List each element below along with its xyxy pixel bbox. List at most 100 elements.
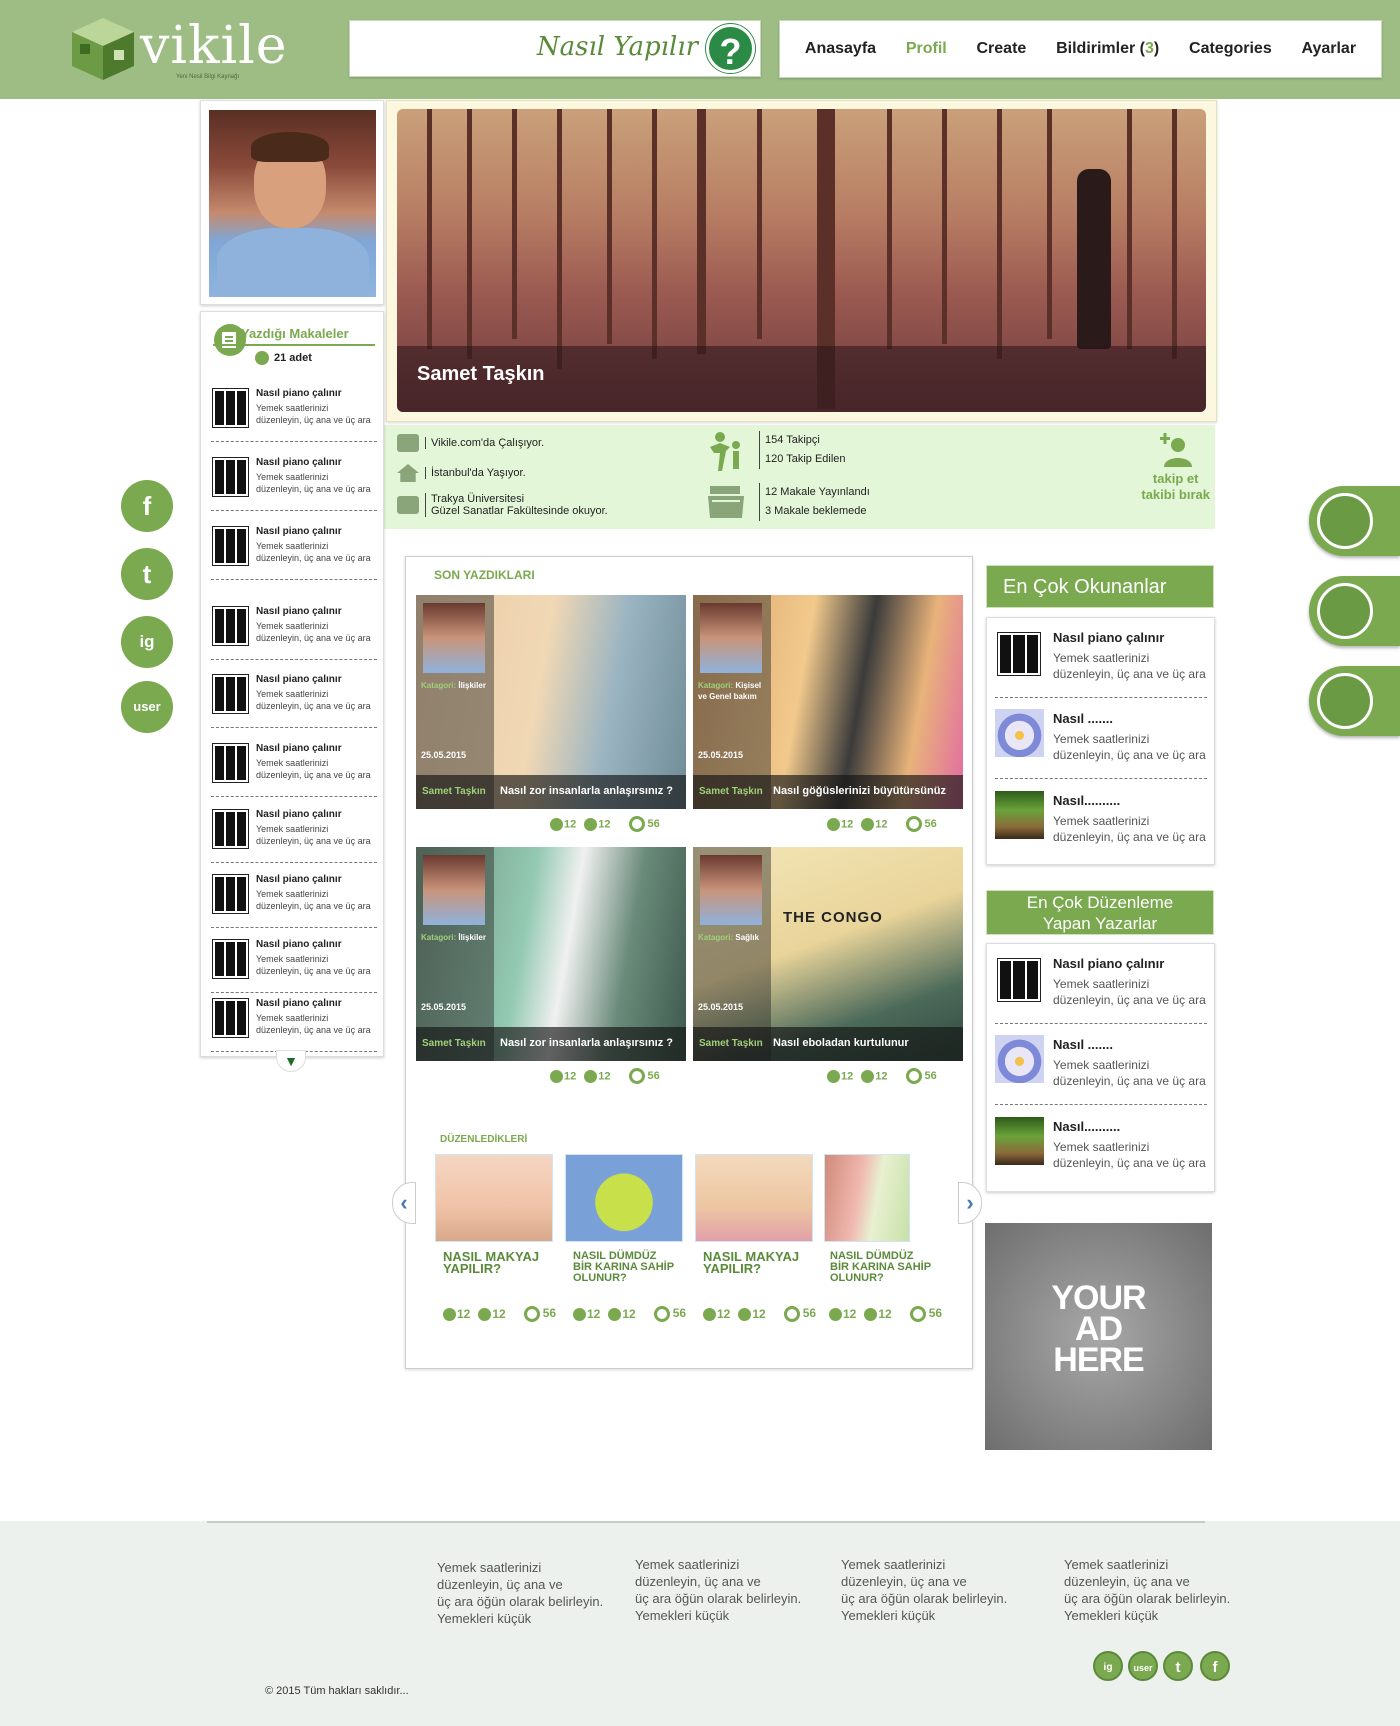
- card-title[interactable]: Nasıl zor insanlarla anlaşırsınız ?: [500, 785, 673, 797]
- list-item[interactable]: Nasıl piano çalınır Yemek saatlerinizi düz…: [211, 992, 377, 1052]
- twitter-count: 12: [492, 1306, 506, 1321]
- article-card[interactable]: Katagori: İlişkiler 25.05.2015 Samet Taş…: [416, 595, 686, 809]
- category-label: Katagori:: [421, 681, 457, 690]
- footer-user-icon[interactable]: user: [1128, 1651, 1158, 1681]
- card-stats: 12 12 56: [827, 816, 937, 832]
- twitter-share[interactable]: 12: [864, 1307, 892, 1322]
- carousel-next-button[interactable]: ›: [958, 1182, 982, 1224]
- twitter-share[interactable]: 12: [608, 1307, 636, 1322]
- nav-create[interactable]: Create: [977, 40, 1027, 58]
- list-item[interactable]: Nasıl piano çalınır Yemek saatlerinizi düz…: [211, 451, 377, 511]
- edited-title-line: YAPILIR?: [703, 1261, 762, 1276]
- nav-bildirimler[interactable]: Bildirimler (3): [1056, 40, 1159, 58]
- list-item[interactable]: Nasıl piano çalınır Yemek saatlerinizi düz…: [211, 737, 377, 797]
- article-card[interactable]: THE CONGO Katagori: Sağlık 25.05.2015 Sa…: [693, 847, 963, 1061]
- list-item[interactable]: Nasıl piano çalınır Yemek saatlerinizi düz…: [211, 868, 377, 928]
- ad-banner[interactable]: YOUR AD HERE: [985, 1223, 1212, 1450]
- category-value: Kişisel: [735, 681, 762, 690]
- edited-title[interactable]: NASIL MAKYAJ YAPILIR?: [703, 1250, 799, 1276]
- list-item[interactable]: Nasıl piano çalınır Yemek saatlerinizi düz…: [211, 600, 377, 660]
- facebook-share[interactable]: 12: [827, 817, 853, 831]
- facebook-icon[interactable]: f: [121, 480, 173, 532]
- footer-facebook-icon[interactable]: f: [1200, 1651, 1230, 1681]
- list-item[interactable]: Nasıl piano çalınır Yemek saatlerinizi düz…: [211, 803, 377, 863]
- follow-button[interactable]: takip et takibi bırak: [1141, 433, 1210, 503]
- edit-tool-button[interactable]: [1309, 486, 1400, 556]
- twitter-share[interactable]: 12: [861, 1069, 888, 1083]
- list-item[interactable]: Nasıl piano çalınır Yemek saatlerinizi düz…: [211, 520, 377, 580]
- article-title: Nasıl piano çalınır: [256, 606, 342, 617]
- footer-col: Yemek saatlerinizi düzenleyin, üç ana ve ü…: [841, 1556, 1007, 1624]
- twitter-share[interactable]: 12: [584, 1069, 611, 1083]
- work-info: Vikile.com'da Çalışıyor.: [425, 437, 544, 449]
- facebook-count: 12: [841, 1069, 854, 1082]
- facebook-icon: [829, 1308, 842, 1322]
- carousel-prev-button[interactable]: ‹: [392, 1182, 416, 1224]
- piano-thumbnail: [212, 998, 249, 1038]
- card-author[interactable]: Samet Taşkın: [422, 1038, 486, 1049]
- facebook-share[interactable]: 12: [573, 1307, 600, 1322]
- user-icon[interactable]: user: [121, 681, 173, 733]
- article-card[interactable]: Katagori: Kişisel ve Genel bakım 25.05.20…: [693, 595, 963, 809]
- cover-figure: [1077, 169, 1111, 349]
- logo[interactable]: vikile Yeni Nesil Bilgi Kaynağı: [62, 8, 292, 88]
- twitter-count: 12: [875, 1069, 888, 1082]
- twitter-share[interactable]: 12: [584, 817, 611, 831]
- card-title[interactable]: Nasıl eboladan kurtulunur: [773, 1037, 909, 1049]
- card-author[interactable]: Samet Taşkın: [422, 786, 486, 797]
- card-author[interactable]: Samet Taşkın: [699, 1038, 763, 1049]
- howto-banner[interactable]: Nasıl Yapılır ?: [349, 20, 761, 77]
- footer-line: üç ara öğün olarak belirleyin.: [841, 1591, 1008, 1606]
- recent-section-title: SON YAZDIKLARI: [434, 568, 535, 582]
- edited-title[interactable]: NASIL DÜMDÜZ BİR KARINA SAHİP OLUNUR?: [830, 1251, 931, 1284]
- twitter-share[interactable]: 12: [478, 1306, 506, 1322]
- follow-stats: 154 Takipçi 120 Takip Edilen: [759, 431, 846, 469]
- nav-profil[interactable]: Profil: [906, 40, 947, 58]
- list-item[interactable]: Nasıl piano çalınır Yemek saatlerinizi düz…: [211, 668, 377, 728]
- list-item[interactable]: Nasıl piano çalınır Yemek saatlerinizi düz…: [995, 944, 1207, 1024]
- footer-twitter-icon[interactable]: t: [1163, 1651, 1193, 1681]
- article-desc-line: Yemek saatlerinizi: [256, 689, 329, 699]
- piano-thumbnail: [212, 526, 249, 566]
- logo-cube-icon: [72, 18, 134, 80]
- list-item[interactable]: Nasıl piano çalınır Yemek saatlerinizi düz…: [211, 933, 377, 993]
- twitter-share[interactable]: 12: [861, 817, 888, 831]
- nav-ayarlar[interactable]: Ayarlar: [1302, 40, 1357, 58]
- card-title[interactable]: Nasıl göğüslerinizi büyütürsünüz: [773, 785, 946, 797]
- list-item[interactable]: Nasıl piano çalınır Yemek saatlerinizi düz…: [211, 382, 377, 442]
- footer-instagram-icon[interactable]: ig: [1093, 1651, 1123, 1681]
- facebook-share[interactable]: 12: [829, 1307, 856, 1322]
- card-title[interactable]: Nasıl zor insanlarla anlaşırsınız ?: [500, 1037, 673, 1049]
- card-author[interactable]: Samet Taşkın: [699, 786, 763, 797]
- profile-photo[interactable]: [209, 110, 376, 297]
- scroll-down-button[interactable]: ▼: [276, 1050, 306, 1072]
- nav-categories[interactable]: Categories: [1189, 40, 1272, 58]
- article-desc-line: Yemek saatlerinizi: [256, 954, 329, 964]
- facebook-share[interactable]: 12: [827, 1069, 854, 1083]
- brush-tool-button[interactable]: [1309, 666, 1400, 736]
- nav-anasayfa[interactable]: Anasayfa: [805, 40, 876, 58]
- edited-title[interactable]: NASIL DÜMDÜZ BİR KARINA SAHİP OLUNUR?: [573, 1251, 674, 1284]
- twitter-icon[interactable]: t: [121, 548, 173, 600]
- edited-thumb-clock[interactable]: [824, 1154, 910, 1242]
- facebook-share[interactable]: 12: [703, 1307, 730, 1322]
- article-card[interactable]: Katagori: İlişkiler 25.05.2015 Samet Taş…: [416, 847, 686, 1061]
- list-item[interactable]: Nasıl.......... Yemek saatlerinizi düzenle…: [995, 1107, 1207, 1187]
- edited-title[interactable]: NASIL MAKYAJ YAPILIR?: [443, 1250, 539, 1275]
- edited-thumb-smile[interactable]: [695, 1154, 813, 1242]
- list-item[interactable]: Nasıl.......... Yemek saatlerinizi düzenle…: [995, 781, 1207, 861]
- instagram-icon[interactable]: ig: [121, 616, 173, 668]
- list-item[interactable]: Nasıl ....... Yemek saatlerinizi düzenleyi…: [995, 699, 1207, 779]
- facebook-share[interactable]: 12: [443, 1307, 470, 1322]
- list-item[interactable]: Nasıl piano çalınır Yemek saatlerinizi düz…: [995, 618, 1207, 698]
- list-item[interactable]: Nasıl ....... Yemek saatlerinizi düzenleyi…: [995, 1025, 1207, 1105]
- article-desc: Yemek saatlerinizi düzenleyin, üç ana ve …: [256, 620, 371, 644]
- question-icon[interactable]: ?: [706, 24, 755, 73]
- edited-thumb-makeup[interactable]: [435, 1154, 553, 1242]
- facebook-share[interactable]: 12: [550, 817, 576, 831]
- facebook-share[interactable]: 12: [550, 1069, 576, 1083]
- dice-tool-button[interactable]: [1309, 576, 1400, 646]
- notification-count: 3: [1145, 40, 1154, 57]
- edited-thumb-apple[interactable]: [565, 1154, 683, 1242]
- twitter-share[interactable]: 12: [738, 1307, 766, 1322]
